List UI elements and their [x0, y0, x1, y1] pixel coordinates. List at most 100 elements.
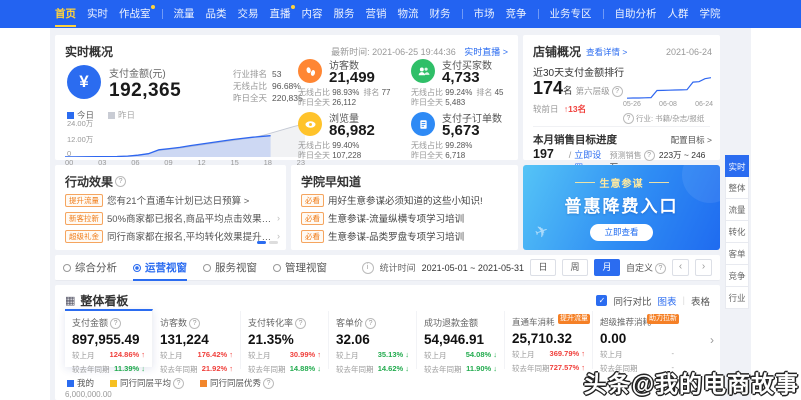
rank-change: 较前日 ↑13名	[533, 103, 586, 115]
nav-divider	[462, 9, 463, 19]
academy-item[interactable]: 必看 生意参谋-品类罗盘专项学习培训	[301, 229, 512, 243]
metric-pay-buyers[interactable]: 支付买家数 4,733 无线占比 99.24%排名 45 昨日全天 5,483	[411, 57, 523, 105]
nav-item-realtime[interactable]: 实时	[87, 0, 108, 28]
rail-item-avg-order[interactable]: 客单	[725, 243, 749, 265]
nav-item-marketing[interactable]: 营销	[366, 0, 387, 28]
nav-divider	[538, 9, 539, 19]
realtime-title: 实时概况	[65, 43, 113, 60]
realtime-live-link[interactable]: 实时直播 >	[464, 47, 508, 57]
metric-card-payment[interactable]: 支付金额 897,955.49 较上月124.86% ↑ 较去年同期11.39%…	[65, 309, 153, 367]
period-custom-button[interactable]: 自定义	[626, 261, 666, 274]
help-icon	[623, 113, 634, 124]
eye-icon	[298, 112, 322, 136]
metric-pageviews[interactable]: 浏览量 86,982 无线占比 99.40% 昨日全天 107,228	[298, 110, 410, 158]
nav-item-content[interactable]: 内容	[302, 0, 323, 28]
promo-badge: 提升流量	[558, 314, 590, 324]
view-table-link[interactable]: 表格	[691, 294, 710, 308]
academy-item[interactable]: 必看 生意参谋-流量纵横专项学习培训	[301, 211, 512, 225]
banner-cta-button[interactable]: 立即查看	[590, 224, 652, 241]
banner-title: 普惠降费入口	[565, 192, 679, 217]
yen-icon: ¥	[67, 65, 101, 99]
must-read-badge: 必看	[301, 230, 324, 243]
payment-amount-value: 192,365	[109, 80, 181, 102]
shop-rank: 174名第六层级	[533, 78, 623, 99]
metric-card-visitors[interactable]: 访客数 131,224 较上月176.42% ↑ 较去年同期21.92% ↑	[153, 311, 241, 369]
rail-item-competition[interactable]: 竞争	[725, 265, 749, 287]
rank-chart-ticks: 05-2606-0806-24	[623, 101, 713, 108]
rail-item-realtime[interactable]: 实时	[725, 155, 749, 177]
info-icon: i	[362, 262, 374, 274]
metric-visitors[interactable]: 访客数 21,499 无线占比 98.93%排名 77 昨日全天 26,112	[298, 57, 410, 105]
goal-config-link[interactable]: 配置目标 >	[671, 134, 712, 146]
academy-item[interactable]: 必看 用好生意参谋必须知道的这些小知识!	[301, 193, 512, 207]
tab-overall-analysis[interactable]: 综合分析	[63, 255, 117, 281]
tab-management-view[interactable]: 管理视窗	[273, 255, 327, 281]
action-item[interactable]: 超级礼金 同行商家都在报名,平均转化效果提升超20%,快速打... ›	[65, 229, 280, 243]
peer-compare-label: 同行对比	[613, 294, 651, 308]
tab-icon	[203, 264, 211, 272]
tab-service-view[interactable]: 服务视窗	[203, 255, 257, 281]
nav-item-academy[interactable]: 学院	[700, 0, 721, 28]
legend-peer-average[interactable]: 同行同层平均	[110, 377, 184, 389]
stat-time-range: 2021-05-01 ~ 2021-05-31	[422, 263, 524, 273]
nav-item-business-zone[interactable]: 业务专区	[550, 0, 592, 28]
help-icon	[644, 150, 655, 161]
next-period-button[interactable]: ›	[695, 259, 712, 276]
action-item[interactable]: 新客拉新 50%商家都已报名,商品平均点击效果提升30%,快速... ›	[65, 211, 280, 225]
dot-active[interactable]	[257, 241, 266, 244]
tab-icon	[133, 264, 141, 272]
period-week-button[interactable]: 周	[562, 259, 588, 276]
nav-item-war-room[interactable]: 作战室	[119, 0, 151, 28]
carousel-dots[interactable]	[257, 241, 278, 244]
dot[interactable]	[269, 241, 278, 244]
action-badge: 新客拉新	[65, 212, 103, 225]
rail-item-conversion[interactable]: 转化	[725, 221, 749, 243]
promo-banner[interactable]: 生意参谋 普惠降费入口 立即查看 ✈	[523, 165, 720, 250]
nav-item-logistics[interactable]: 物流	[398, 0, 419, 28]
metric-card-refund[interactable]: 成功退款金额 54,946.91 较上月54.08% ↓ 较去年同期11.90%…	[417, 311, 505, 369]
nav-item-service[interactable]: 服务	[334, 0, 355, 28]
shop-detail-link[interactable]: 查看详情 >	[586, 46, 627, 58]
help-icon	[110, 318, 121, 329]
banner-brand-row: 生意参谋	[575, 175, 669, 190]
metric-card-super-rec-cost[interactable]: 超级推荐消耗 助力拉新 0.00 较上月- 较去年同期-	[593, 311, 681, 369]
legend-peer-excellent[interactable]: 同行同层优秀	[200, 377, 274, 389]
metric-card-ztc-cost[interactable]: 直通车消耗 提升流量 25,710.32 较上月369.79% ↑ 较去年同期7…	[505, 311, 593, 369]
prev-period-button[interactable]: ‹	[672, 259, 689, 276]
metric-card-avg-order[interactable]: 客单价 32.06 较上月35.13% ↓ 较去年同期14.62% ↓	[329, 311, 417, 369]
nav-item-audience[interactable]: 人群	[668, 0, 689, 28]
nav-item-trade[interactable]: 交易	[238, 0, 259, 28]
tab-icon	[63, 264, 71, 272]
section-anchor-rail: 实时 整体 流量 转化 客单 竞争 行业	[725, 155, 749, 309]
legend-yesterday[interactable]: 昨日	[108, 109, 135, 121]
nav-item-self-analysis[interactable]: 自助分析	[615, 0, 657, 28]
legend-mine[interactable]: 我的	[67, 377, 94, 389]
period-day-button[interactable]: 日	[530, 259, 556, 276]
nav-item-live[interactable]: 直播	[270, 0, 291, 28]
action-badge: 提升流量	[65, 194, 103, 207]
period-month-button[interactable]: 月	[594, 259, 620, 276]
realtime-line-chart	[65, 121, 305, 157]
peer-compare-checkbox[interactable]: ✓	[596, 295, 607, 306]
nav-item-competition[interactable]: 竞争	[506, 0, 527, 28]
rail-item-overall[interactable]: 整体	[725, 177, 749, 199]
rail-item-industry[interactable]: 行业	[725, 287, 749, 309]
metric-card-conversion[interactable]: 支付转化率 21.35% 较上月30.99% ↑ 较去年同期14.88% ↓	[241, 311, 329, 369]
rail-item-traffic[interactable]: 流量	[725, 199, 749, 221]
notification-dot-icon	[291, 5, 295, 9]
nav-item-home[interactable]: 首页	[55, 0, 76, 28]
action-item[interactable]: 提升流量 您有21个直通车计划已达日预算 >	[65, 193, 280, 207]
paper-plane-icon: ✈	[532, 220, 551, 243]
metric-pay-suborders[interactable]: 支付子订单数 5,673 无线占比 99.28% 昨日全天 6,718	[411, 110, 523, 158]
tab-operation-view[interactable]: 运营视窗	[133, 255, 187, 281]
view-chart-link[interactable]: 图表	[658, 294, 677, 308]
academy-card: 学院早知道 必看 用好生意参谋必须知道的这些小知识! 必看 生意参谋-流量纵横专…	[291, 165, 518, 250]
watermark: 头条@我的电商故事	[584, 365, 799, 399]
nav-item-category[interactable]: 品类	[206, 0, 227, 28]
cards-next-arrow[interactable]: ›	[710, 333, 714, 347]
nav-item-traffic[interactable]: 流量	[174, 0, 195, 28]
nav-item-market[interactable]: 市场	[474, 0, 495, 28]
help-icon	[655, 263, 666, 274]
banner-decoration	[682, 165, 720, 203]
nav-item-finance[interactable]: 财务	[430, 0, 451, 28]
